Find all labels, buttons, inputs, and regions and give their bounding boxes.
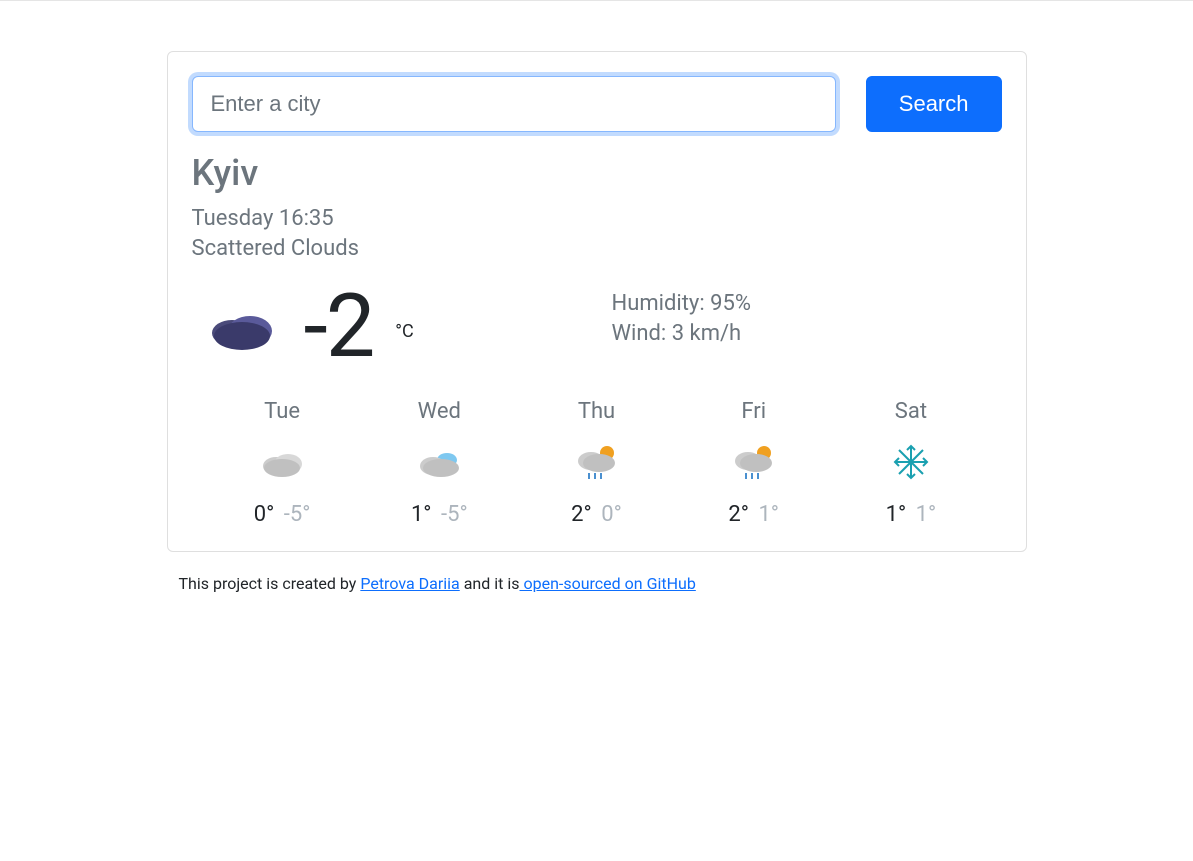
- humidity-label: Humidity:: [612, 291, 711, 316]
- day-label: Fri: [675, 399, 832, 424]
- temp-low: -5°: [441, 502, 468, 527]
- day-label: Tue: [204, 399, 361, 424]
- weather-card: Search Kyiv Tuesday 16:35 Scattered Clou…: [167, 51, 1027, 552]
- current-weather-icon: [192, 303, 282, 351]
- cloud-blue-icon: [361, 436, 518, 488]
- temp-high: 1°: [411, 502, 432, 527]
- search-row: Search: [192, 76, 1002, 132]
- temp-low: -5°: [284, 502, 311, 527]
- rain-sun-icon: [518, 436, 675, 488]
- forecast-day: Thu 2° 0°: [518, 399, 675, 527]
- cloud-icon: [204, 436, 361, 488]
- current-temp: -2: [304, 283, 374, 371]
- forecast-day: Sat: [832, 399, 989, 527]
- day-label: Sat: [832, 399, 989, 424]
- datetime: Tuesday 16:35: [192, 204, 1002, 234]
- snowflake-icon: [832, 436, 989, 488]
- temp-low: 0°: [601, 502, 622, 527]
- temp-low: 1°: [758, 502, 779, 527]
- forecast-day: Wed 1° -5°: [361, 399, 518, 527]
- footer-mid: and it is: [460, 574, 520, 593]
- temp-high: 2°: [728, 502, 749, 527]
- current-conditions: -2 °C Humidity: 95% Wind: 3 km/h: [192, 283, 1002, 371]
- temp-unit: °C: [395, 321, 413, 342]
- day-label: Wed: [361, 399, 518, 424]
- city-name: Kyiv: [192, 152, 1002, 194]
- wind-label: Wind:: [612, 321, 672, 346]
- author-link[interactable]: Petrova Dariia: [360, 574, 459, 593]
- weather-stats: Humidity: 95% Wind: 3 km/h: [612, 289, 751, 348]
- forecast-day: Tue 0° -5°: [204, 399, 361, 527]
- temp-high: 2°: [571, 502, 592, 527]
- forecast-row: Tue 0° -5° Wed: [192, 399, 1002, 527]
- footer-prefix: This project is created by: [179, 574, 361, 593]
- weather-description: Scattered Clouds: [192, 234, 1002, 264]
- footer-text: This project is created by Petrova Darii…: [167, 574, 1027, 593]
- github-link[interactable]: open-sourced on GitHub: [520, 574, 696, 593]
- wind-value: 3 km/h: [672, 321, 741, 346]
- temp-high: 1°: [886, 502, 907, 527]
- meta-block: Tuesday 16:35 Scattered Clouds: [192, 204, 1002, 263]
- humidity-value: 95%: [710, 291, 751, 316]
- temp-low: 1°: [916, 502, 937, 527]
- day-label: Thu: [518, 399, 675, 424]
- city-input[interactable]: [192, 76, 836, 132]
- temp-high: 0°: [254, 502, 275, 527]
- forecast-day: Fri 2° 1°: [675, 399, 832, 527]
- rain-sun-icon: [675, 436, 832, 488]
- search-button[interactable]: Search: [866, 76, 1002, 132]
